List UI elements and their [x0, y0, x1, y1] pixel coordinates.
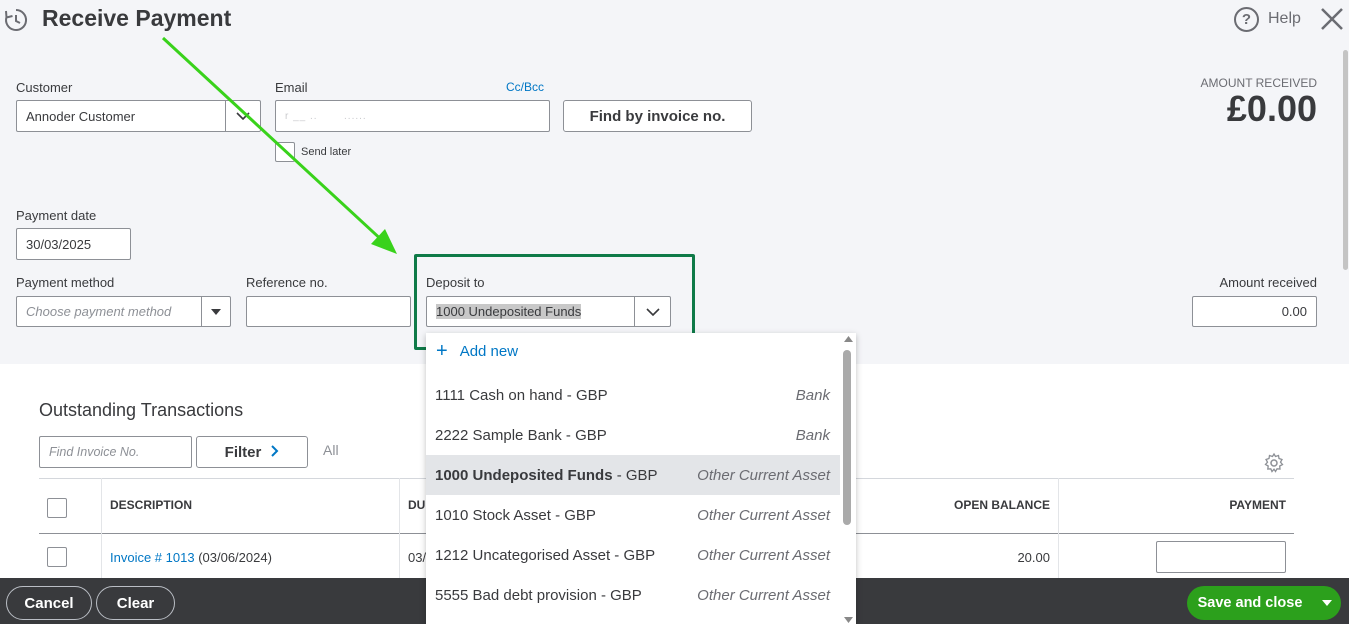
account-currency: - GBP	[550, 506, 596, 524]
account-currency: - GBP	[562, 386, 608, 404]
account-name: 1212 Uncategorised Asset	[435, 546, 611, 564]
account-name: 1000 Undeposited Funds	[435, 466, 613, 484]
dropdown-option-label: 1010 Stock Asset - GBP	[435, 507, 596, 524]
cancel-button[interactable]: Cancel	[6, 586, 92, 620]
amount-received-value: £0.00	[1226, 88, 1317, 129]
open-balance-cell: 20.00	[1017, 550, 1050, 565]
dropdown-option[interactable]: 1212 Uncategorised Asset - GBP Other Curr…	[426, 535, 840, 575]
reference-label: Reference no.	[246, 275, 328, 290]
clear-button[interactable]: Clear	[96, 586, 175, 620]
dropdown-option-label: 2222 Sample Bank - GBP	[435, 427, 607, 444]
customer-label: Customer	[16, 80, 73, 95]
email-field[interactable]: r __ .. ......	[275, 100, 550, 132]
amount-received-field-label: Amount received	[1219, 275, 1317, 290]
invoice-date: (03/06/2024)	[194, 550, 272, 565]
dropdown-option-label: 1000 Undeposited Funds - GBP	[435, 467, 658, 484]
customer-select[interactable]: Annoder Customer	[16, 100, 261, 132]
plus-icon: +	[436, 340, 448, 362]
gear-icon[interactable]	[1263, 452, 1285, 474]
payment-method-label: Payment method	[16, 275, 115, 290]
cc-bcc-link[interactable]: Cc/Bcc	[506, 80, 544, 94]
account-currency: - GBP	[612, 466, 658, 484]
account-type: Bank	[795, 426, 830, 444]
account-type: Bank	[795, 386, 830, 404]
scrollbar-thumb[interactable]	[1343, 50, 1348, 270]
row-checkbox[interactable]	[47, 547, 67, 567]
table-row: Invoice # 1013 (03/06/2024)	[110, 550, 272, 565]
recent-transactions-icon[interactable]	[3, 7, 29, 33]
account-name: 5555 Bad debt provision	[435, 586, 597, 604]
account-type: Other Current Asset	[697, 506, 830, 524]
due-date-cell: 03/	[408, 550, 427, 565]
account-currency: - GBP	[610, 546, 656, 564]
select-all-checkbox[interactable]	[47, 498, 67, 518]
email-label: Email	[275, 80, 308, 95]
payment-date-label: Payment date	[16, 208, 97, 223]
dropdown-option[interactable]: 5555 Bad debt provision - GBP Other Curre…	[426, 575, 840, 615]
column-header-due[interactable]: DU	[408, 498, 425, 512]
dropdown-option[interactable]: 2222 Sample Bank - GBP Bank	[426, 415, 840, 455]
account-currency: - GBP	[561, 426, 607, 444]
chevron-right-icon	[271, 444, 279, 461]
help-icon[interactable]: ?	[1234, 7, 1259, 32]
account-name: 1111 Cash on hand	[435, 386, 563, 404]
account-name: 2222 Sample Bank	[435, 426, 562, 444]
invoice-link[interactable]: Invoice # 1013	[110, 550, 195, 565]
filter-label: Filter	[224, 443, 262, 461]
find-invoice-placeholder: Find Invoice No.	[49, 445, 140, 459]
find-invoice-input[interactable]: Find Invoice No.	[39, 436, 192, 468]
save-and-close-label: Save and close	[1197, 595, 1303, 611]
column-header-open-balance[interactable]: OPEN BALANCE	[954, 498, 1050, 512]
column-divider	[101, 478, 102, 578]
account-name: 1010 Stock Asset	[435, 506, 551, 524]
payment-method-select[interactable]: Choose payment method	[16, 296, 231, 327]
column-divider	[1058, 478, 1059, 578]
filter-button[interactable]: Filter	[196, 436, 308, 468]
send-later-label: Send later	[301, 146, 352, 158]
dropdown-option-label: 1212 Uncategorised Asset - GBP	[435, 547, 655, 564]
dropdown-option[interactable]: 1010 Stock Asset - GBP Other Current Asse…	[426, 495, 840, 535]
column-header-description[interactable]: DESCRIPTION	[110, 498, 192, 512]
account-type: Other Current Asset	[697, 466, 830, 484]
find-by-invoice-button[interactable]: Find by invoice no.	[563, 100, 752, 132]
customer-value: Annoder Customer	[26, 108, 136, 124]
account-type: Other Current Asset	[697, 586, 830, 604]
dropdown-option-label: 5555 Bad debt provision - GBP	[435, 587, 642, 604]
deposit-to-dropdown: + Add new 1111 Cash on hand - GBP Bank 222…	[426, 333, 856, 624]
close-icon[interactable]	[1319, 5, 1345, 33]
account-currency: - GBP	[596, 586, 642, 604]
outstanding-transactions-title: Outstanding Transactions	[39, 400, 244, 420]
payment-date-field[interactable]: 30/03/2025	[16, 228, 131, 260]
payment-amount-field[interactable]	[1156, 541, 1286, 573]
payment-method-placeholder: Choose payment method	[26, 304, 172, 319]
add-new-option[interactable]: + Add new	[436, 340, 519, 362]
dropdown-option-label: 1111 Cash on hand - GBP	[435, 387, 608, 404]
column-divider	[399, 478, 400, 578]
save-and-close-button[interactable]: Save and close	[1187, 586, 1341, 620]
filter-all-label: All	[323, 442, 339, 458]
account-type: Other Current Asset	[697, 546, 830, 564]
amount-received-field[interactable]: 0.00	[1192, 296, 1317, 327]
column-header-payment[interactable]: PAYMENT	[1229, 498, 1286, 512]
help-link[interactable]: Help	[1268, 10, 1301, 28]
add-new-label: Add new	[459, 343, 519, 360]
chevron-down-icon[interactable]	[225, 101, 260, 131]
caret-down-icon[interactable]	[1313, 600, 1341, 606]
dropdown-option[interactable]: 1111 Cash on hand - GBP Bank	[426, 375, 840, 415]
page-title: Receive Payment	[42, 5, 232, 31]
dropdown-option[interactable]: 1000 Undeposited Funds - GBP Other Curren…	[426, 455, 840, 495]
page-scrollbar[interactable]	[1341, 50, 1349, 578]
send-later-checkbox[interactable]	[275, 142, 295, 162]
dropdown-scrollbar-thumb[interactable]	[843, 350, 851, 525]
reference-field[interactable]	[246, 296, 411, 327]
caret-down-icon[interactable]	[201, 297, 230, 326]
